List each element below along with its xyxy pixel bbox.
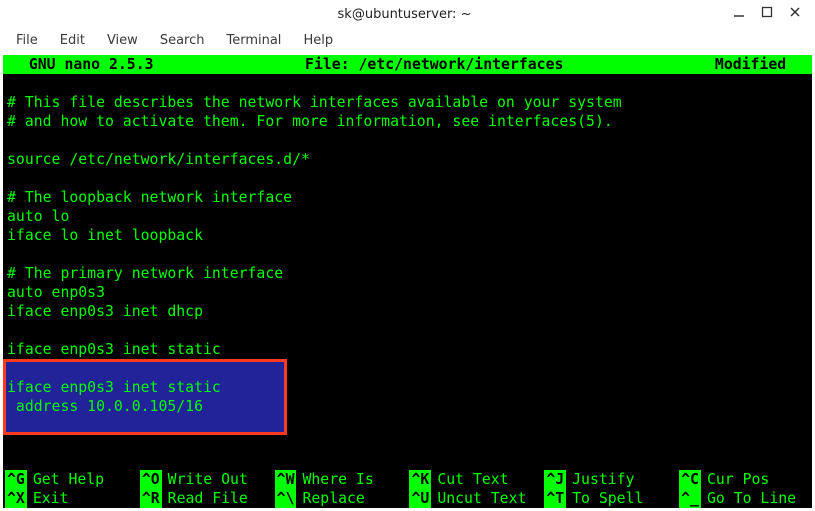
editor-line <box>3 321 812 340</box>
menu-terminal[interactable]: Terminal <box>216 31 291 50</box>
editor-line: iface enp0s3 inet dhcp <box>3 302 812 321</box>
nano-shortcut-row: ^GGet Help^OWrite Out^WWhere Is^KCut Tex… <box>3 470 812 489</box>
shortcut-desc: Cut Text <box>431 470 508 489</box>
shortcut-key: ^_ <box>679 489 701 508</box>
maximize-button[interactable] <box>753 4 781 24</box>
shortcut-desc: Exit <box>27 489 69 508</box>
terminal-frame: GNU nano 2.5.3 File: /etc/network/interf… <box>0 52 815 511</box>
editor-line: # and how to activate them. For more inf… <box>3 112 812 131</box>
shortcut-desc: Cur Pos <box>701 470 769 489</box>
nano-shortcut-bar: ^GGet Help^OWrite Out^WWhere Is^KCut Tex… <box>3 470 812 508</box>
editor-line: iface lo inet loopback <box>3 226 812 245</box>
nano-shortcut: ^\Replace <box>273 489 408 508</box>
shortcut-desc: Go To Line <box>701 489 796 508</box>
nano-shortcut: ^WWhere Is <box>273 470 408 489</box>
editor-line: # The primary network interface <box>3 264 812 283</box>
editor-line <box>3 245 812 264</box>
shortcut-desc: Read File <box>162 489 248 508</box>
highlight-line: address 10.0.0.105/16 <box>7 397 221 416</box>
close-button[interactable] <box>781 4 809 24</box>
nano-shortcut: ^_Go To Line <box>677 489 812 508</box>
editor-line: auto enp0s3 <box>3 283 812 302</box>
menu-view[interactable]: View <box>97 31 148 50</box>
shortcut-desc: To Spell <box>566 489 643 508</box>
window-controls <box>725 4 815 24</box>
nano-shortcut: ^KCut Text <box>407 470 542 489</box>
nano-modified: Modified <box>715 55 812 74</box>
menu-file[interactable]: File <box>6 31 48 50</box>
highlight-line: iface enp0s3 inet static <box>7 378 221 397</box>
app-window: sk@ubuntuserver: ~ File Edit View S <box>0 0 815 511</box>
shortcut-desc: Where Is <box>296 470 373 489</box>
shortcut-desc: Justify <box>566 470 634 489</box>
nano-shortcut: ^CCur Pos <box>677 470 812 489</box>
nano-file-label: File: /etc/network/interfaces <box>154 55 715 74</box>
nano-shortcut: ^JJustify <box>542 470 677 489</box>
nano-version: GNU nano 2.5.3 <box>3 55 154 74</box>
editor-line <box>3 74 812 93</box>
nano-shortcut: ^XExit <box>3 489 138 508</box>
shortcut-desc: Write Out <box>162 470 248 489</box>
editor-line: # The loopback network interface <box>3 188 812 207</box>
nano-shortcut: ^RRead File <box>138 489 273 508</box>
shortcut-key: ^W <box>275 470 297 489</box>
nano-editor-body[interactable]: # This file describes the network interf… <box>3 74 812 378</box>
shortcut-key: ^G <box>5 470 27 489</box>
shortcut-key: ^X <box>5 489 27 508</box>
shortcut-desc: Uncut Text <box>431 489 526 508</box>
shortcut-key: ^R <box>140 489 162 508</box>
menu-edit[interactable]: Edit <box>50 31 95 50</box>
shortcut-key: ^O <box>140 470 162 489</box>
editor-line <box>3 169 812 188</box>
minimize-icon <box>733 6 745 22</box>
shortcut-key: ^K <box>409 470 431 489</box>
shortcut-key: ^T <box>544 489 566 508</box>
editor-line: source /etc/network/interfaces.d/* <box>3 150 812 169</box>
menu-search[interactable]: Search <box>150 31 215 50</box>
editor-line: auto lo <box>3 207 812 226</box>
nano-title-bar: GNU nano 2.5.3 File: /etc/network/interf… <box>3 55 812 74</box>
nano-shortcut: ^TTo Spell <box>542 489 677 508</box>
shortcut-key: ^\ <box>275 489 297 508</box>
shortcut-desc: Replace <box>296 489 364 508</box>
close-icon <box>789 6 801 22</box>
editor-line: address 192.168.2.105/24 <box>3 359 812 378</box>
editor-line: iface enp0s3 inet static <box>3 340 812 359</box>
shortcut-desc: Get Help <box>27 470 104 489</box>
nano-shortcut: ^UUncut Text <box>407 489 542 508</box>
shortcut-key: ^C <box>679 470 701 489</box>
title-bar: sk@ubuntuserver: ~ <box>0 0 815 28</box>
minimize-button[interactable] <box>725 4 753 24</box>
editor-line: # This file describes the network interf… <box>3 93 812 112</box>
menu-bar: File Edit View Search Terminal Help <box>0 28 815 52</box>
editor-line <box>3 131 812 150</box>
shortcut-key: ^U <box>409 489 431 508</box>
window-title: sk@ubuntuserver: ~ <box>84 7 725 22</box>
annotation-text: iface enp0s3 inet static address 10.0.0.… <box>7 378 221 416</box>
shortcut-key: ^J <box>544 470 566 489</box>
nano-shortcut: ^GGet Help <box>3 470 138 489</box>
terminal[interactable]: GNU nano 2.5.3 File: /etc/network/interf… <box>3 55 812 508</box>
maximize-icon <box>761 6 773 22</box>
nano-shortcut: ^OWrite Out <box>138 470 273 489</box>
nano-shortcut-row: ^XExit^RRead File^\Replace^UUncut Text^T… <box>3 489 812 508</box>
menu-help[interactable]: Help <box>293 31 343 50</box>
